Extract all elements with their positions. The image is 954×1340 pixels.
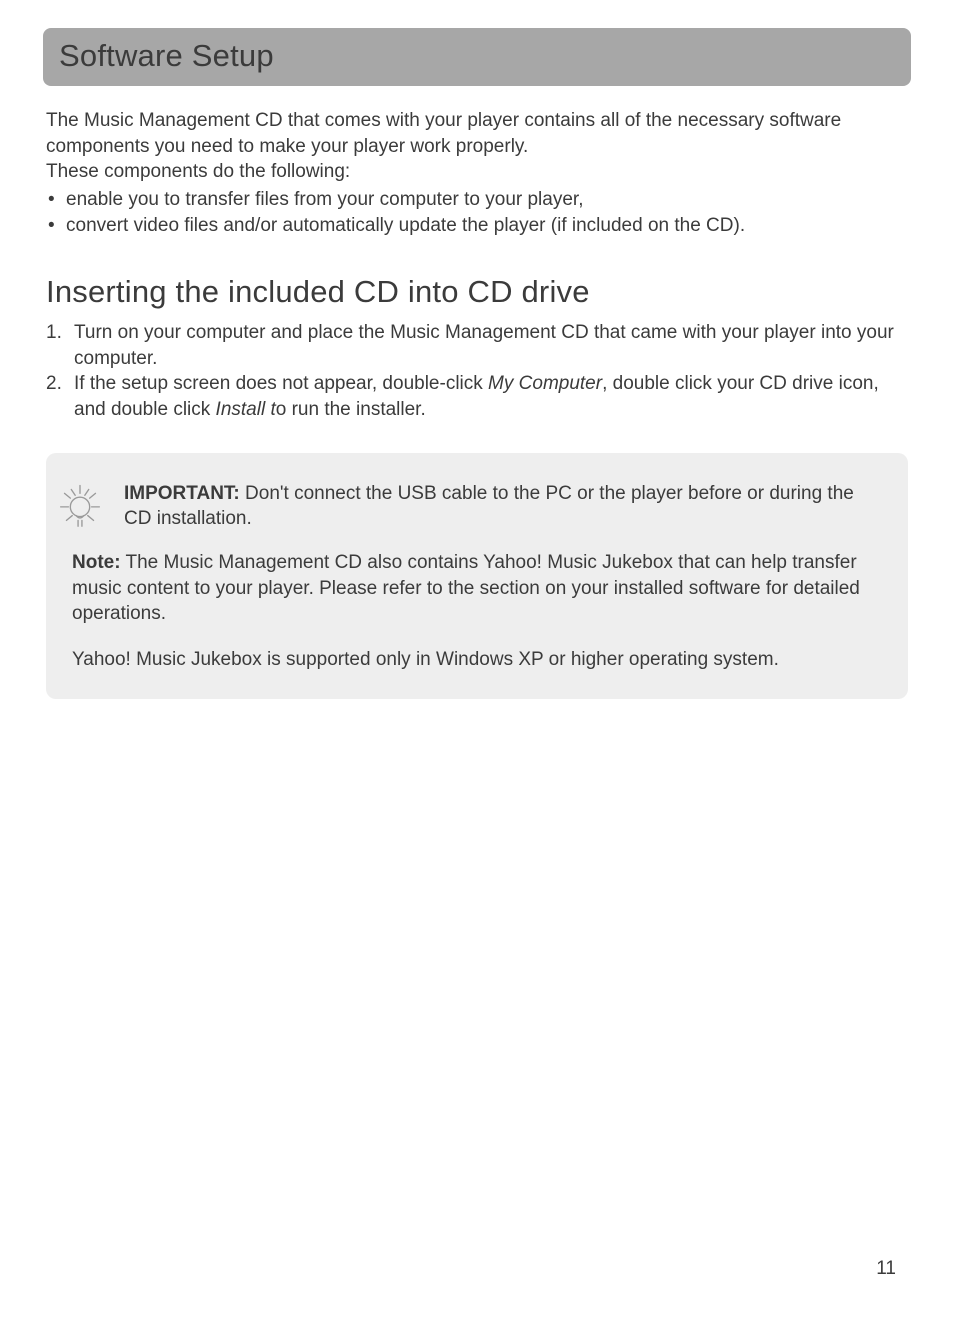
step-2-post: o run the installer. [276,399,426,420]
intro-bullet-1: enable you to transfer files from your c… [46,187,908,213]
step-2: If the setup screen does not appear, dou… [46,371,908,422]
intro-paragraph-2: These components do the following: [46,159,908,185]
important-text-block: IMPORTANT: Don't connect the USB cable t… [124,475,882,532]
note-text: The Music Management CD also contains Ya… [72,552,860,624]
step-2-em2: Install t [216,399,276,420]
intro-bullet-2: convert video files and/or automatically… [46,213,908,239]
page-number: 11 [876,1258,896,1280]
intro-block: The Music Management CD that comes with … [46,108,908,238]
section-title: Software Setup [59,38,895,74]
intro-bullet-list: enable you to transfer files from your c… [46,187,908,238]
note-label: Note: [72,552,121,573]
lightbulb-icon [50,475,110,531]
jukebox-support-text: Yahoo! Music Jukebox is supported only i… [72,647,882,673]
step-2-pre: If the setup screen does not appear, dou… [74,373,488,394]
note-block: Note: The Music Management CD also conta… [72,550,882,627]
important-row: IMPORTANT: Don't connect the USB cable t… [50,475,882,532]
subheading-inserting-cd: Inserting the included CD into CD drive [46,274,908,310]
page-content: Software Setup The Music Management CD t… [0,0,954,699]
step-1: Turn on your computer and place the Musi… [46,320,908,371]
intro-paragraph-1: The Music Management CD that comes with … [46,108,908,159]
step-2-em1: My Computer [488,373,602,394]
section-header-bar: Software Setup [43,28,911,86]
important-label: IMPORTANT: [124,483,240,504]
steps-list: Turn on your computer and place the Musi… [46,320,908,423]
callout-box: IMPORTANT: Don't connect the USB cable t… [46,453,908,699]
step-1-text: Turn on your computer and place the Musi… [74,322,894,369]
